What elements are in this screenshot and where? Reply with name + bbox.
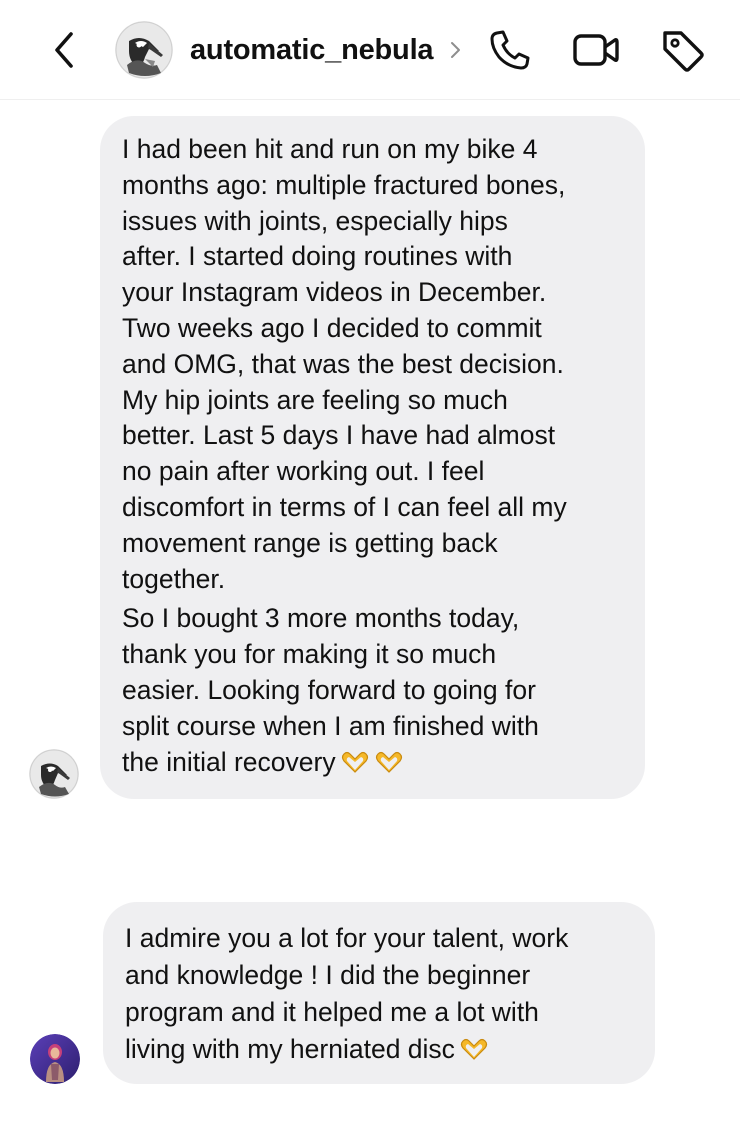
sender-avatar[interactable] (30, 1034, 80, 1084)
message-text: I had been hit and run on my bike 4 mont… (122, 134, 567, 594)
message-text: I admire you a lot for your talent, work… (125, 920, 633, 1068)
heart-hands-emoji-icon (460, 1038, 488, 1060)
back-button[interactable] (40, 26, 88, 74)
message-text-part: I admire you a lot for your talent, work… (125, 923, 569, 1064)
sender-avatar[interactable] (29, 749, 79, 799)
chat-username[interactable]: automatic_nebula (190, 30, 434, 70)
tag-button[interactable] (656, 26, 708, 74)
plague-doctor-avatar-image (115, 21, 173, 79)
header-avatar[interactable] (115, 21, 173, 79)
heart-hands-emoji-icon (375, 751, 402, 773)
voice-call-button[interactable] (486, 26, 534, 74)
chevron-left-icon (55, 32, 73, 68)
phone-icon (490, 30, 530, 70)
message-text-part: So I bought 3 more months today, thank y… (122, 603, 539, 777)
chat-header: automatic_nebula (0, 0, 740, 100)
message-bubble[interactable]: I had been hit and run on my bike 4 mont… (100, 116, 645, 799)
tag-icon (663, 31, 704, 72)
message-bubble[interactable]: I admire you a lot for your talent, work… (103, 902, 655, 1084)
plague-doctor-avatar-image (29, 749, 79, 799)
profile-photo-avatar-image (30, 1034, 80, 1084)
chevron-right-icon[interactable] (446, 37, 466, 63)
message-text: So I bought 3 more months today, thank y… (122, 601, 623, 780)
video-camera-icon (573, 34, 619, 66)
heart-hands-emoji-icon (341, 751, 368, 773)
video-call-button[interactable] (570, 26, 622, 74)
